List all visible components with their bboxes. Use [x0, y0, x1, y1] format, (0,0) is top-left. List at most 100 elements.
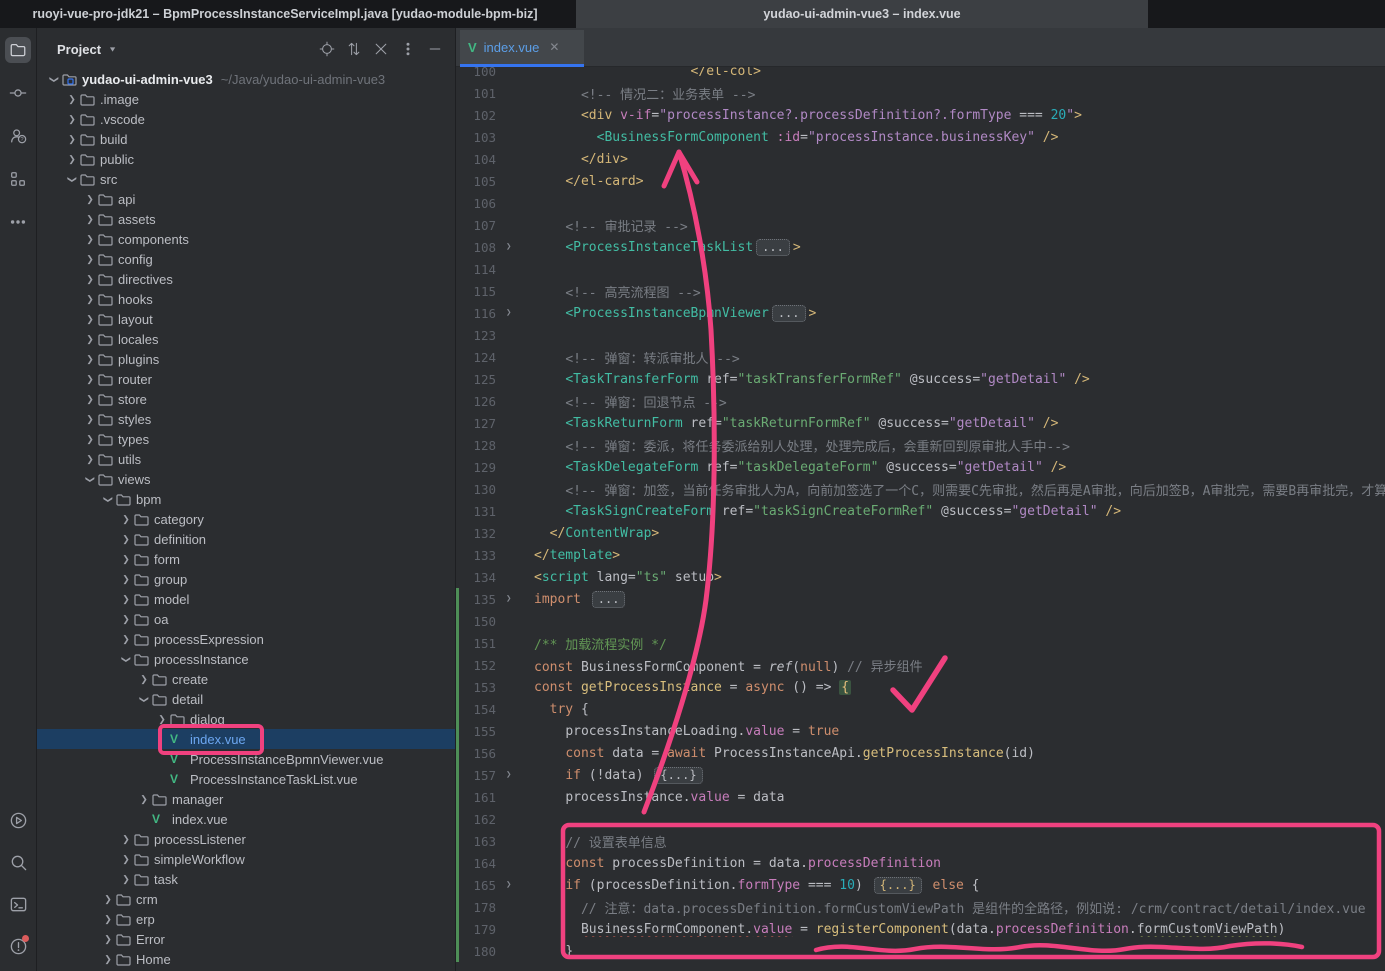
code-line-165[interactable]: 165❯ if (processDefinition.formType === …: [456, 874, 1385, 896]
tree-item-form[interactable]: ❯form: [37, 549, 455, 569]
tree-item-bpm[interactable]: ❯bpm: [37, 489, 455, 509]
tab-index-vue[interactable]: V index.vue ✕: [460, 30, 584, 67]
fold-arrow-icon[interactable]: ❯: [496, 242, 534, 252]
tree-item-store[interactable]: ❯store: [37, 389, 455, 409]
code-line-123[interactable]: 123: [456, 324, 1385, 346]
tree-item-category[interactable]: ❯category: [37, 509, 455, 529]
chevron-collapsed-icon[interactable]: ❯: [118, 554, 134, 565]
code-line-163[interactable]: 163 // 设置表单信息: [456, 830, 1385, 852]
chevron-collapsed-icon[interactable]: ❯: [118, 594, 134, 605]
tree-item-crm[interactable]: ❯crm: [37, 889, 455, 909]
chevron-expanded-icon[interactable]: ❯: [103, 491, 114, 507]
search-icon[interactable]: [5, 849, 31, 875]
tree-item-group[interactable]: ❯group: [37, 569, 455, 589]
fold-arrow-icon[interactable]: ❯: [496, 594, 534, 604]
code-line-105[interactable]: 105 </el-card>: [456, 170, 1385, 192]
problems-icon[interactable]: [5, 933, 31, 959]
tree-item--image[interactable]: ❯.image: [37, 89, 455, 109]
tree-item-api[interactable]: ❯api: [37, 189, 455, 209]
tree-item-manager[interactable]: ❯manager: [37, 789, 455, 809]
chevron-collapsed-icon[interactable]: ❯: [154, 714, 170, 725]
code-line-106[interactable]: 106: [456, 192, 1385, 214]
chevron-collapsed-icon[interactable]: ❯: [64, 94, 80, 105]
tree-item-definition[interactable]: ❯definition: [37, 529, 455, 549]
code-line-179[interactable]: 179 BusinessFormComponent.value = regist…: [456, 918, 1385, 940]
locate-icon[interactable]: [318, 41, 335, 58]
tree-item-task[interactable]: ❯task: [37, 869, 455, 889]
code-line-134[interactable]: 134<script lang="ts" setup>: [456, 566, 1385, 588]
tree-item-locales[interactable]: ❯locales: [37, 329, 455, 349]
chevron-expanded-icon[interactable]: ❯: [121, 651, 132, 667]
back-window-titlebar[interactable]: ruoyi-vue-pro-jdk21 – BpmProcessInstance…: [0, 0, 1385, 28]
tree-item-public[interactable]: ❯public: [37, 149, 455, 169]
code-line-151[interactable]: 151/** 加载流程实例 */: [456, 632, 1385, 654]
code-line-155[interactable]: 155 processInstanceLoading.value = true: [456, 720, 1385, 742]
tree-file-index-vue[interactable]: Vindex.vue: [37, 809, 455, 829]
chevron-collapsed-icon[interactable]: ❯: [82, 414, 98, 425]
tree-item-yudao-ui-admin-vue3[interactable]: ❯yudao-ui-admin-vue3~/Java/yudao-ui-admi…: [37, 69, 455, 89]
code-line-162[interactable]: 162: [456, 808, 1385, 830]
code-line-135[interactable]: 135❯import ...: [456, 588, 1385, 610]
code-line-157[interactable]: 157❯ if (!data) {...}: [456, 764, 1385, 786]
code-line-133[interactable]: 133</template>: [456, 544, 1385, 566]
chevron-collapsed-icon[interactable]: ❯: [82, 294, 98, 305]
chevron-expanded-icon[interactable]: ❯: [85, 471, 96, 487]
chevron-collapsed-icon[interactable]: ❯: [82, 454, 98, 465]
tree-item-views[interactable]: ❯views: [37, 469, 455, 489]
chevron-collapsed-icon[interactable]: ❯: [64, 134, 80, 145]
tab-close-icon[interactable]: ✕: [549, 40, 559, 54]
chevron-collapsed-icon[interactable]: ❯: [82, 194, 98, 205]
tree-item-components[interactable]: ❯components: [37, 229, 455, 249]
tree-item-processExpression[interactable]: ❯processExpression: [37, 629, 455, 649]
tree-item-config[interactable]: ❯config: [37, 249, 455, 269]
chevron-collapsed-icon[interactable]: ❯: [82, 234, 98, 245]
tree-item-model[interactable]: ❯model: [37, 589, 455, 609]
swap-icon[interactable]: [345, 41, 362, 58]
chevron-collapsed-icon[interactable]: ❯: [64, 154, 80, 165]
tree-file-ProcessInstanceBpmnViewer-vue[interactable]: VProcessInstanceBpmnViewer.vue: [37, 749, 455, 769]
code-line-107[interactable]: 107 <!-- 审批记录 -->: [456, 214, 1385, 236]
code-line-152[interactable]: 152const BusinessFormComponent = ref(nul…: [456, 654, 1385, 676]
code-line-114[interactable]: 114: [456, 258, 1385, 280]
chevron-collapsed-icon[interactable]: ❯: [118, 574, 134, 585]
chevron-collapsed-icon[interactable]: ❯: [118, 614, 134, 625]
chevron-collapsed-icon[interactable]: ❯: [100, 914, 116, 925]
chevron-collapsed-icon[interactable]: ❯: [82, 214, 98, 225]
chevron-collapsed-icon[interactable]: ❯: [118, 514, 134, 525]
chevron-collapsed-icon[interactable]: ❯: [82, 354, 98, 365]
code-line-116[interactable]: 116❯ <ProcessInstanceBpmnViewer...>: [456, 302, 1385, 324]
pull-requests-icon[interactable]: ?: [5, 123, 31, 149]
structure-icon[interactable]: [5, 166, 31, 192]
code-line-115[interactable]: 115 <!-- 高亮流程图 -->: [456, 280, 1385, 302]
project-folder-icon[interactable]: [5, 37, 31, 63]
chevron-collapsed-icon[interactable]: ❯: [118, 634, 134, 645]
tree-item--vscode[interactable]: ❯.vscode: [37, 109, 455, 129]
tree-item-create[interactable]: ❯create: [37, 669, 455, 689]
code-line-153[interactable]: 153const getProcessInstance = async () =…: [456, 676, 1385, 698]
code-line-150[interactable]: 150: [456, 610, 1385, 632]
chevron-collapsed-icon[interactable]: ❯: [118, 874, 134, 885]
tree-item-styles[interactable]: ❯styles: [37, 409, 455, 429]
code-line-125[interactable]: 125 <TaskTransferForm ref="taskTransferF…: [456, 368, 1385, 390]
chevron-expanded-icon[interactable]: ❯: [67, 171, 78, 187]
chevron-expanded-icon[interactable]: ❯: [139, 691, 150, 707]
chevron-collapsed-icon[interactable]: ❯: [100, 934, 116, 945]
terminal-icon[interactable]: [5, 891, 31, 917]
tree-item-dialog[interactable]: ❯dialog: [37, 709, 455, 729]
chevron-collapsed-icon[interactable]: ❯: [82, 254, 98, 265]
code-line-129[interactable]: 129 <TaskDelegateForm ref="taskDelegateF…: [456, 456, 1385, 478]
chevron-collapsed-icon[interactable]: ❯: [82, 374, 98, 385]
chevron-collapsed-icon[interactable]: ❯: [82, 394, 98, 405]
collapse-icon[interactable]: [372, 41, 389, 58]
code-line-154[interactable]: 154 try {: [456, 698, 1385, 720]
chevron-collapsed-icon[interactable]: ❯: [136, 674, 152, 685]
code-line-164[interactable]: 164 const processDefinition = data.proce…: [456, 852, 1385, 874]
more-icon[interactable]: [5, 209, 31, 235]
tree-item-directives[interactable]: ❯directives: [37, 269, 455, 289]
tree-item-src[interactable]: ❯src: [37, 169, 455, 189]
code-line-130[interactable]: 130 <!-- 弹窗：加签，当前任务审批人为A，向前加签选了一个C，则需要C先…: [456, 478, 1385, 500]
tree-file-index-vue[interactable]: Vindex.vue: [37, 729, 455, 749]
tree-item-layout[interactable]: ❯layout: [37, 309, 455, 329]
tree-item-plugins[interactable]: ❯plugins: [37, 349, 455, 369]
more-vertical-icon[interactable]: [399, 41, 416, 58]
